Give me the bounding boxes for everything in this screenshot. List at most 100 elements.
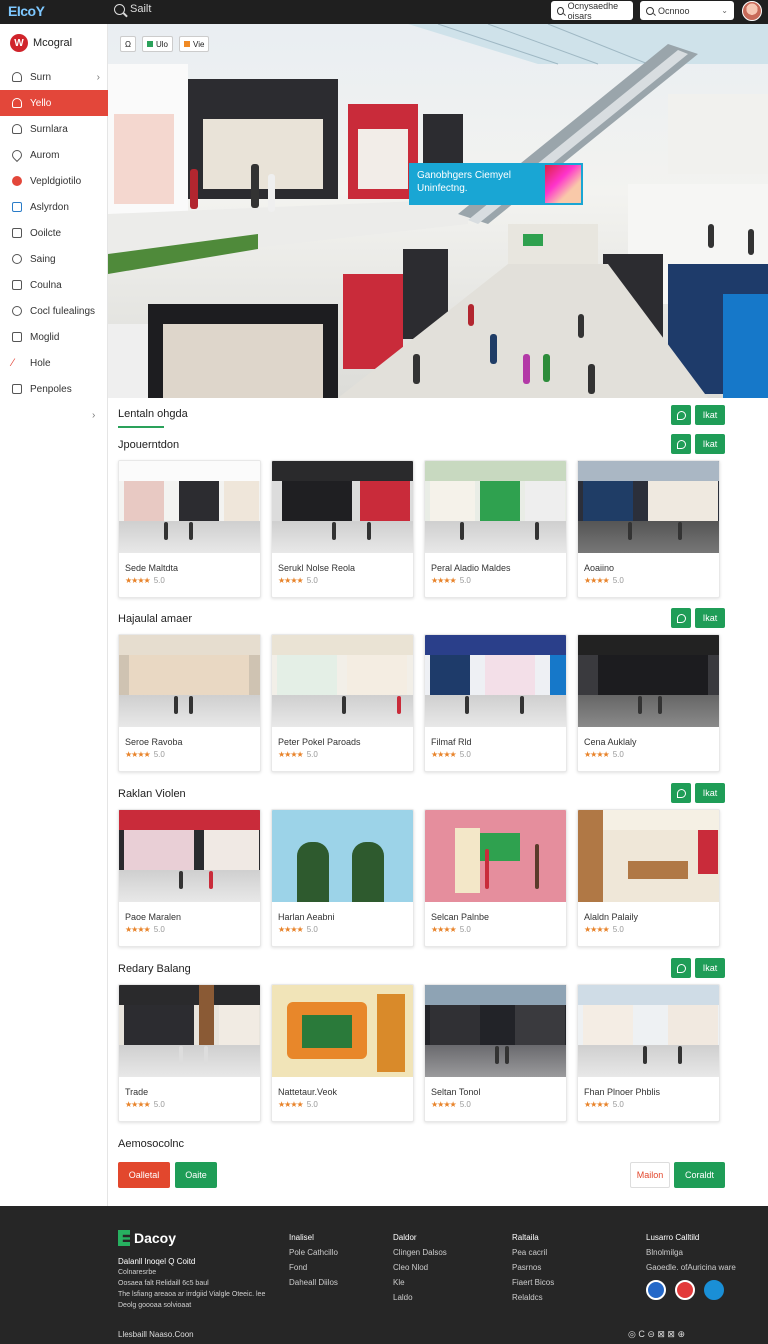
store-card[interactable]: Sede Maltdta ★★★★ 5.0 [118, 460, 261, 598]
hero-banner[interactable]: Ganobhgers Ciemyel Uninfectng. [409, 163, 583, 205]
footer-link[interactable]: Laldo [393, 1290, 447, 1305]
search-icon [646, 6, 654, 15]
hero-tool-edit[interactable]: Ω [120, 36, 136, 52]
footer-link[interactable]: Relaldcs [512, 1290, 554, 1305]
store-name: Aoaiino [584, 563, 615, 573]
footer-column: Lusarro Calltild Blnolmilga Gaoedle. ofA… [646, 1230, 736, 1275]
footer-link[interactable]: Pole Cathcillo [289, 1245, 338, 1260]
store-card[interactable]: Peter Pokel Paroads ★★★★ 5.0 [271, 634, 414, 772]
chevron-down-icon: ⌄ [721, 6, 728, 15]
store-thumbnail [425, 635, 566, 727]
user-avatar[interactable] [742, 1, 762, 21]
footer-link[interactable]: Fiaert Bicos [512, 1275, 554, 1290]
action-button[interactable]: Ikat [695, 434, 725, 454]
sidebar-item-hole[interactable]: ⁄ Hole [0, 350, 108, 376]
store-card[interactable]: Aoaiino ★★★★ 5.0 [577, 460, 720, 598]
green-submit-button[interactable]: Coraldt [674, 1162, 725, 1188]
footer-link[interactable]: Cleo Nlod [393, 1260, 447, 1275]
footer-info-line: Colnaresrbe [118, 1269, 157, 1276]
search-trigger[interactable]: Sailt [114, 3, 151, 15]
green-button[interactable]: Oaite [175, 1162, 217, 1188]
footer-link[interactable]: Daheall Diilos [289, 1275, 338, 1290]
chat-button[interactable] [671, 405, 691, 425]
action-button[interactable]: Ikat [695, 405, 725, 425]
store-card[interactable]: Filmaf Rld ★★★★ 5.0 [424, 634, 567, 772]
sidebar-item-label: Coulna [30, 279, 62, 291]
sidebar-item-ooilcte[interactable]: Ooilcte [0, 220, 108, 246]
chat-icon [676, 963, 686, 973]
social-icon[interactable] [704, 1280, 724, 1300]
store-card[interactable]: Cena Auklaly ★★★★ 5.0 [577, 634, 720, 772]
sidebar-item-surnlara[interactable]: Surnlara [0, 116, 108, 142]
footer-link[interactable]: Pasrnos [512, 1260, 554, 1275]
location-input[interactable]: Ocnnoo ⌄ [640, 1, 734, 20]
store-card[interactable]: Harlan Aeabni ★★★★ 5.0 [271, 809, 414, 947]
rating-value: 5.0 [459, 1100, 471, 1109]
card-row: Trade ★★★★ 5.0 Nattetaur.Veok ★★★★ 5.0 Sel… [118, 984, 726, 1122]
hero-tool-green[interactable]: Ulo [141, 36, 173, 52]
sidebar-item-aurom[interactable]: Aurom [0, 142, 108, 168]
store-card[interactable]: Seltan Tonol ★★★★ 5.0 [424, 984, 567, 1122]
rating-value: 5.0 [153, 1100, 165, 1109]
sidebar-expand-arrow[interactable]: › [92, 410, 95, 421]
sidebar-item-penpoles[interactable]: Penpoles [0, 376, 108, 402]
store-card[interactable]: Trade ★★★★ 5.0 [118, 984, 261, 1122]
search-input[interactable]: Ocnysaedhe oisars [551, 1, 633, 21]
sidebar-item-cocl-fulealings[interactable]: Cocl fulealings [0, 298, 108, 324]
store-card[interactable]: Alaldn Palaily ★★★★ 5.0 [577, 809, 720, 947]
social-icon[interactable] [675, 1280, 695, 1300]
store-card[interactable]: Fhan Plnoer Phblis ★★★★ 5.0 [577, 984, 720, 1122]
store-card[interactable]: Peral Aladio Maldes ★★★★ 5.0 [424, 460, 567, 598]
outline-button[interactable]: Mailon [630, 1162, 670, 1188]
dot-icon [12, 176, 22, 186]
person-icon [12, 124, 22, 134]
store-card[interactable]: Seroe Ravoba ★★★★ 5.0 [118, 634, 261, 772]
footer-link[interactable]: Fond [289, 1260, 338, 1275]
stars-icon: ★★★★ [431, 750, 457, 759]
footer-column: Inalisel Pole Cathcillo Fond Daheall Dii… [289, 1230, 338, 1290]
stars-icon: ★★★★ [431, 576, 457, 585]
rating-value: 5.0 [153, 750, 165, 759]
primary-red-button[interactable]: Oalletal [118, 1162, 170, 1188]
footer-info-line: The lsfiang areaoa ar irrdgiid Vialgle O… [118, 1291, 266, 1298]
action-button[interactable]: Ikat [695, 958, 725, 978]
card-row: Paoe Maralen ★★★★ 5.0 Harlan Aeabni ★★★★ 5… [118, 809, 726, 947]
chat-button[interactable] [671, 958, 691, 978]
chat-button[interactable] [671, 434, 691, 454]
tab-active[interactable]: Lentaln ohgda [118, 408, 188, 420]
sidebar-item-moglid[interactable]: Moglid [0, 324, 108, 350]
footer-link[interactable]: Clingen Dalsos [393, 1245, 447, 1260]
social-icon[interactable] [646, 1280, 666, 1300]
footer-logo[interactable]: Dacoy [118, 1230, 176, 1246]
footer-link[interactable]: Blnolmilga [646, 1245, 736, 1260]
store-card[interactable]: Paoe Maralen ★★★★ 5.0 [118, 809, 261, 947]
sidebar-item-vepldgiotilo[interactable]: Vepldgiotilo [0, 168, 108, 194]
footer-link[interactable]: Kle [393, 1275, 447, 1290]
store-card[interactable]: Serukl Nolse Reola ★★★★ 5.0 [271, 460, 414, 598]
section-title: Hajaulal amaer [118, 613, 192, 625]
sidebar-item-aslyrdon[interactable]: Aslyrdon [0, 194, 108, 220]
store-card[interactable]: Selcan Palnbe ★★★★ 5.0 [424, 809, 567, 947]
store-thumbnail [272, 810, 413, 902]
sidebar-item-surn[interactable]: Surn › [0, 64, 108, 90]
chat-button[interactable] [671, 608, 691, 628]
footer-link[interactable]: Gaoedle. ofAuricina ware [646, 1260, 736, 1275]
footer-icon-row[interactable]: ◎ C ⊝ ⊠ ⊠ ⊕ [628, 1329, 685, 1340]
sidebar-item-label: Penpoles [30, 383, 72, 395]
stars-icon: ★★★★ [125, 576, 151, 585]
sidebar-item-coulna[interactable]: Coulna [0, 272, 108, 298]
sidebar-brand[interactable]: W Mcogral [10, 34, 72, 52]
chat-button[interactable] [671, 783, 691, 803]
sidebar-item-yello[interactable]: Yello [0, 90, 108, 116]
store-card[interactable]: Nattetaur.Veok ★★★★ 5.0 [271, 984, 414, 1122]
hero-tool-orange[interactable]: Vie [179, 36, 210, 52]
app-logo[interactable]: EIcoY [8, 3, 45, 19]
action-button[interactable]: Ikat [695, 783, 725, 803]
action-group: Ikat [671, 783, 725, 803]
mall-atrium-illustration [108, 24, 768, 398]
sidebar-item-saing[interactable]: Saing [0, 246, 108, 272]
action-button[interactable]: Ikat [695, 608, 725, 628]
footer-column: Daldor Clingen Dalsos Cleo Nlod Kle Lald… [393, 1230, 447, 1305]
footer-link[interactable]: Pea cacril [512, 1245, 554, 1260]
rating-stars: ★★★★ 5.0 [272, 1100, 413, 1109]
